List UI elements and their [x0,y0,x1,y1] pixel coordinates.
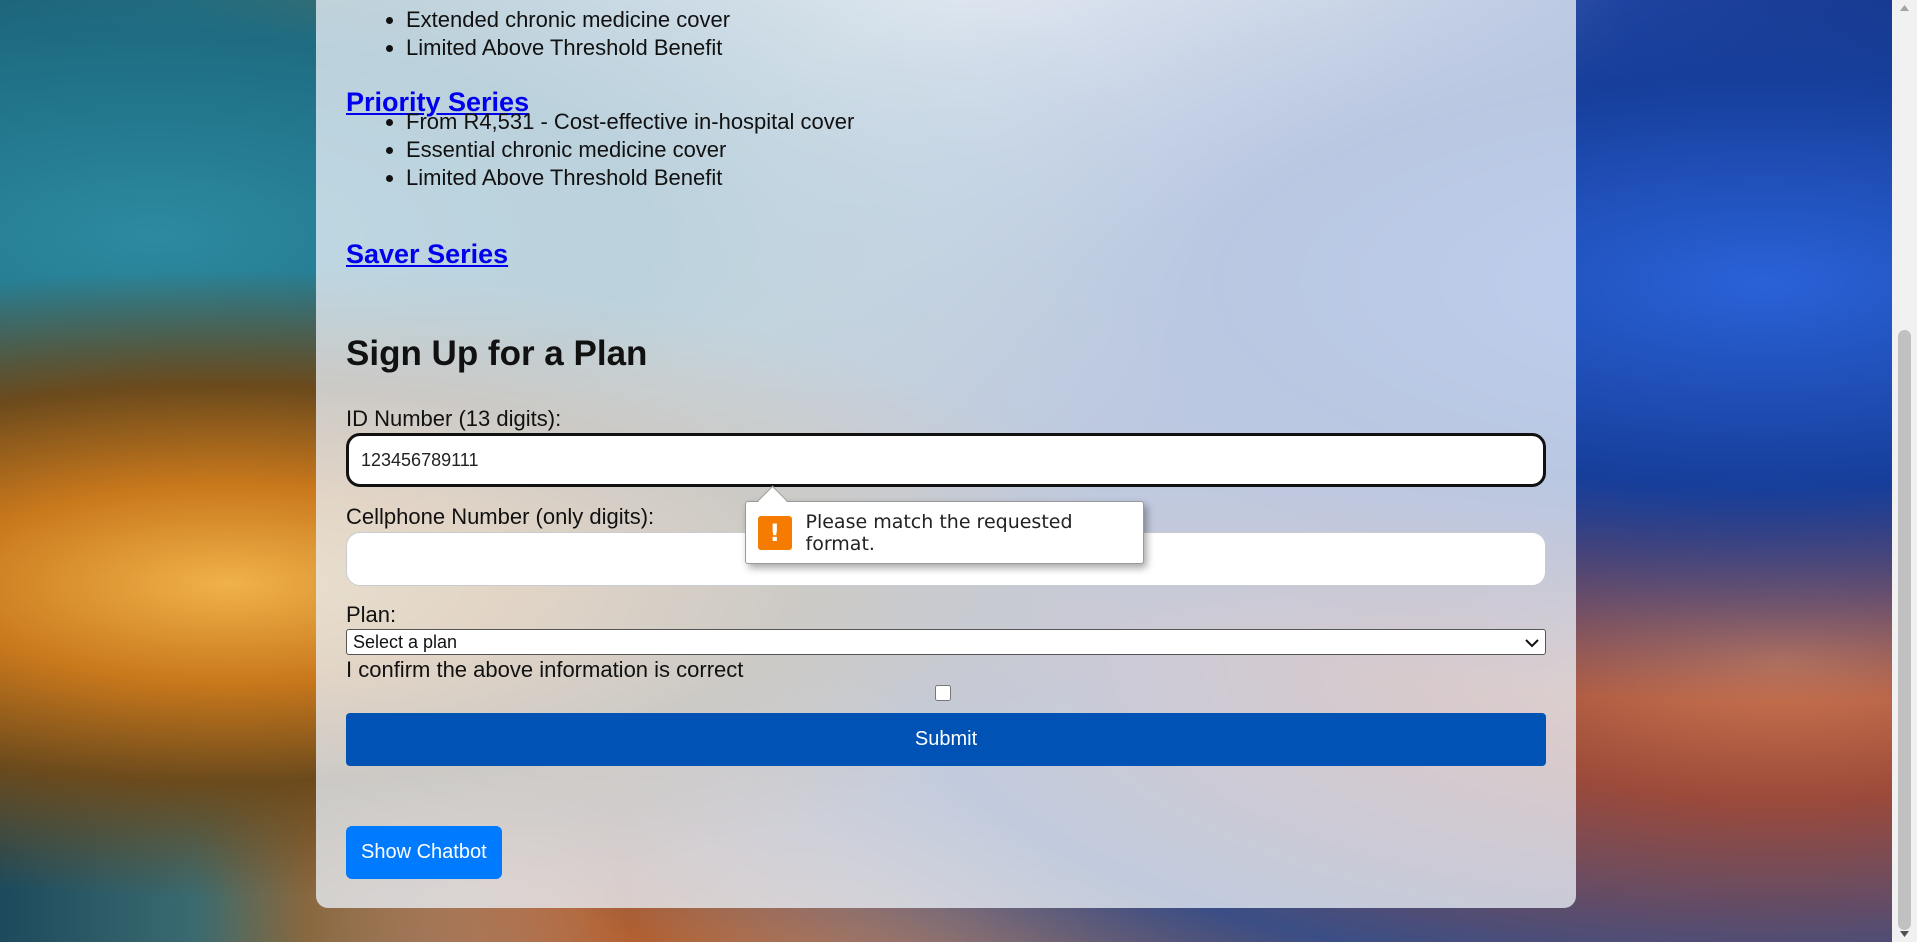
saver-series-link[interactable]: Saver Series [346,239,508,270]
confirm-checkbox[interactable] [935,685,951,701]
plan-select-value: Select a plan [353,631,458,652]
content-panel: Extended chronic medicine cover Limited … [316,0,1576,908]
list-item: Limited Above Threshold Benefit [406,34,730,62]
list-item: From R4,531 - Cost-effective in-hospital… [406,108,854,136]
plan-label: Plan: [346,602,397,627]
warning-icon: ! [758,515,792,550]
validation-message: Please match the requested format. [805,510,1073,555]
scroll-up-icon [1900,5,1909,11]
vertical-scrollbar[interactable] [1892,0,1917,942]
list-item: Limited Above Threshold Benefit [406,164,854,192]
chevron-down-icon [1525,632,1539,653]
plan-features-list: Extended chronic medicine cover Limited … [346,6,730,62]
form-title: Sign Up for a Plan [346,334,648,373]
show-chatbot-button[interactable]: Show Chatbot [346,826,502,879]
scroll-down-icon [1900,931,1909,937]
confirm-label: I confirm the above information is corre… [346,657,744,682]
id-number-label: ID Number (13 digits): [346,406,562,431]
plan-select[interactable]: Select a plan [346,629,1546,655]
plan-features-list: From R4,531 - Cost-effective in-hospital… [346,108,854,192]
validation-tooltip: ! Please match the requested format. [745,485,1144,564]
list-item: Essential chronic medicine cover [406,136,854,164]
scrollbar-thumb[interactable] [1898,330,1911,930]
cellphone-label: Cellphone Number (only digits): [346,504,655,529]
submit-button[interactable]: Submit [346,713,1546,766]
id-number-input[interactable] [346,433,1546,487]
clipped-text-line [396,0,1396,2]
list-item: Extended chronic medicine cover [406,6,730,34]
